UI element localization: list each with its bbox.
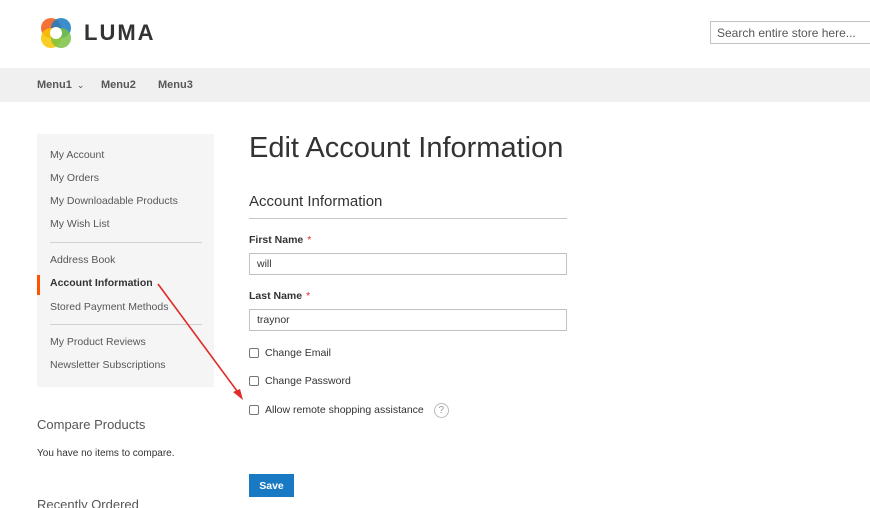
nav-item-label: Menu2 <box>101 79 136 91</box>
compare-empty-message: You have no items to compare. <box>37 448 175 459</box>
sidebar-item-my-orders[interactable]: My Orders <box>50 172 99 184</box>
nav-item-menu3[interactable]: Menu3 <box>158 79 193 91</box>
nav-item-label: Menu1 <box>37 79 72 91</box>
sidebar-item-my-account[interactable]: My Account <box>50 149 104 161</box>
site-header: LUMA <box>0 0 870 68</box>
luma-logo-icon[interactable] <box>38 15 74 51</box>
first-name-field[interactable] <box>249 253 567 275</box>
change-email-label[interactable]: Change Email <box>265 347 331 359</box>
active-indicator <box>37 275 40 295</box>
compare-products-title: Compare Products <box>37 417 146 432</box>
section-divider <box>249 218 567 219</box>
required-mark: * <box>307 234 312 246</box>
logo-text[interactable]: LUMA <box>84 20 156 46</box>
last-name-label: Last Name * <box>249 290 310 302</box>
required-mark: * <box>306 290 311 302</box>
chevron-down-icon: ⌄ <box>76 80 85 90</box>
help-icon[interactable]: ? <box>433 402 449 418</box>
sidebar-item-product-reviews[interactable]: My Product Reviews <box>50 336 146 348</box>
change-password-row: Change Password <box>249 374 351 388</box>
change-password-label[interactable]: Change Password <box>265 375 351 387</box>
remote-assistance-checkbox[interactable] <box>249 405 259 415</box>
nav-item-menu1[interactable]: Menu1 ⌄ <box>37 79 84 91</box>
remote-assistance-label[interactable]: Allow remote shopping assistance <box>265 404 424 416</box>
first-name-label: First Name * <box>249 234 311 246</box>
sidebar-divider <box>50 242 202 243</box>
recently-ordered-title: Recently Ordered <box>37 497 139 508</box>
nav-item-menu2[interactable]: Menu2 <box>101 79 136 91</box>
last-name-label-text: Last Name <box>249 290 303 302</box>
top-navigation: Menu1 ⌄ Menu2 Menu3 <box>0 68 870 102</box>
sidebar-item-wish-list[interactable]: My Wish List <box>50 218 110 230</box>
search-input[interactable] <box>711 22 870 43</box>
page-title: Edit Account Information <box>249 132 564 164</box>
sidebar-item-downloadable-products[interactable]: My Downloadable Products <box>50 195 178 207</box>
sidebar-item-account-information[interactable]: Account Information <box>50 277 153 289</box>
sidebar-item-newsletter-subscriptions[interactable]: Newsletter Subscriptions <box>50 359 166 371</box>
last-name-field[interactable] <box>249 309 567 331</box>
change-email-checkbox[interactable] <box>249 348 259 358</box>
nav-item-label: Menu3 <box>158 79 193 91</box>
save-button[interactable]: Save <box>249 474 294 497</box>
account-sidebar: My Account My Orders My Downloadable Pro… <box>37 134 214 387</box>
search-box[interactable] <box>710 21 870 44</box>
last-name-input[interactable] <box>250 310 566 330</box>
first-name-input[interactable] <box>250 254 566 274</box>
sidebar-item-stored-payment-methods[interactable]: Stored Payment Methods <box>50 301 168 313</box>
change-password-checkbox[interactable] <box>249 376 259 386</box>
sidebar-item-address-book[interactable]: Address Book <box>50 254 115 266</box>
remote-assistance-row: Allow remote shopping assistance ? <box>249 402 449 418</box>
section-title: Account Information <box>249 193 383 210</box>
first-name-label-text: First Name <box>249 234 304 246</box>
change-email-row: Change Email <box>249 346 331 360</box>
sidebar-divider <box>50 324 202 325</box>
